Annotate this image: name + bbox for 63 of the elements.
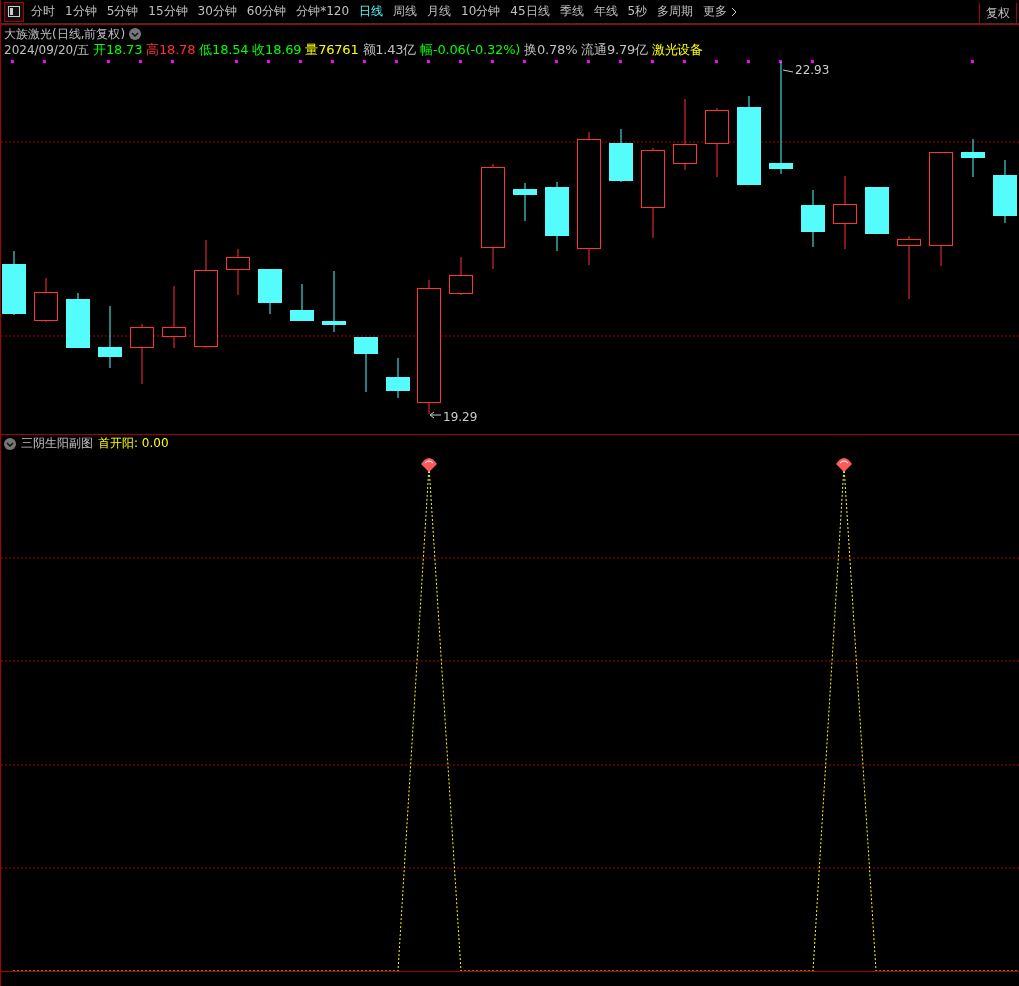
candlestick — [162, 285, 186, 349]
quote-date: 2024/09/20/五 — [4, 41, 90, 59]
candlestick — [961, 138, 985, 178]
stock-title: 大族激光(日线,前复权) — [4, 25, 126, 43]
candlestick — [258, 268, 282, 315]
low-price-label: 19.29 — [429, 410, 478, 424]
candlestick — [66, 292, 90, 349]
period-tab[interactable]: 15分钟 — [143, 0, 193, 23]
dropdown-icon[interactable] — [129, 28, 142, 40]
quote-value: 开18.73 — [93, 41, 143, 59]
quote-value: 幅-0.06(-0.32%) — [420, 41, 521, 59]
period-tab[interactable]: 60分钟 — [241, 0, 292, 23]
period-tab[interactable]: 季线 — [554, 0, 589, 23]
period-tab[interactable]: 5分钟 — [101, 0, 144, 23]
period-tab[interactable]: 1分钟 — [60, 0, 102, 23]
candlestick — [130, 323, 154, 385]
quote-value: 流通9.79亿 — [581, 41, 648, 59]
candlestick — [545, 181, 569, 252]
period-tab[interactable]: 分时 — [26, 0, 60, 23]
candlestick — [449, 256, 473, 296]
candlestick — [226, 248, 250, 296]
period-tab[interactable]: 5秒 — [622, 0, 653, 23]
quote-value: 激光设备 — [651, 41, 704, 59]
period-tab[interactable]: 10分钟 — [456, 0, 506, 23]
candlestick — [322, 270, 346, 333]
adjust-button[interactable]: 复权 — [979, 3, 1017, 23]
quote-value: 量76761 — [305, 41, 359, 59]
candlestick — [801, 189, 825, 248]
indicator-value: 首开阳: 0.00 — [98, 435, 169, 452]
sidebar-toggle-button[interactable] — [4, 1, 24, 22]
candlestick — [354, 336, 378, 393]
candlestick — [865, 186, 889, 235]
candlestick — [513, 182, 537, 222]
period-tab[interactable]: 分钟*120 — [291, 0, 355, 23]
indicator-title: 三阴生阳副图 — [21, 435, 93, 452]
period-tab[interactable]: 30分钟 — [192, 0, 242, 23]
quote-value: 低18.54 — [199, 41, 249, 59]
candlestick — [993, 159, 1017, 224]
quote-value: 收18.69 — [252, 41, 302, 59]
candlestick — [386, 357, 410, 399]
period-tab[interactable]: 多周期 — [652, 0, 699, 23]
period-tab[interactable]: 年线 — [588, 0, 623, 23]
period-tab[interactable]: 月线 — [422, 0, 457, 23]
quote-value: 额1.43亿 — [362, 41, 417, 59]
candlestick — [705, 107, 729, 178]
high-price-label: 22.93 — [782, 63, 830, 77]
quote-value: 换0.78% — [524, 41, 578, 59]
candlestick — [897, 235, 921, 300]
more-button[interactable]: 更多 — [698, 0, 743, 23]
sidebar-icon — [8, 6, 20, 17]
chevron-right-icon — [731, 6, 738, 17]
period-tab[interactable]: 日线 — [354, 0, 389, 23]
quote-value: 高18.78 — [146, 41, 196, 59]
candlestick — [2, 250, 26, 316]
signal-icon — [421, 458, 437, 472]
period-tab[interactable]: 45日线 — [505, 0, 555, 23]
candlestick — [290, 283, 314, 321]
candlestick — [34, 277, 58, 323]
dropdown-icon[interactable] — [4, 437, 16, 450]
candlestick — [609, 128, 633, 183]
signal-icon — [836, 458, 852, 472]
period-tab[interactable]: 周线 — [388, 0, 423, 23]
candlestick — [98, 305, 122, 369]
